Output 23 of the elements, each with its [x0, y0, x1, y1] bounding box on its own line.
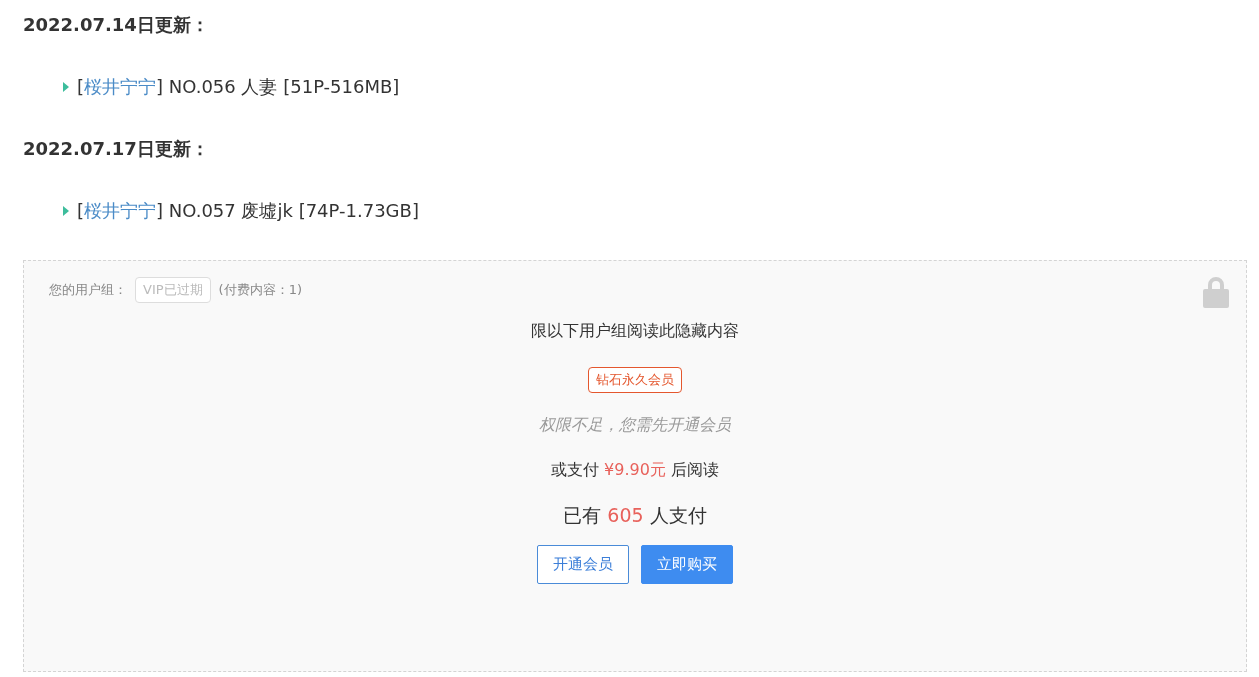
restriction-text: 限以下用户组阅读此隐藏内容	[531, 320, 739, 342]
price: ¥9.90元	[604, 460, 666, 479]
update-entry: [桜井宁宁] NO.056 人妻 [51P-516MB]	[77, 75, 400, 99]
user-group-label: 您的用户组：	[49, 281, 127, 299]
model-link[interactable]: 桜井宁宁	[84, 76, 157, 97]
triangle-icon	[63, 206, 69, 216]
buyers-text: 已有	[563, 504, 602, 526]
buyers-text: 人支付	[649, 504, 707, 526]
pay-text: 后阅读	[671, 460, 719, 479]
membership-button[interactable]: 开通会员	[537, 545, 629, 584]
lock-icon	[1203, 276, 1229, 308]
update-entry: [桜井宁宁] NO.057 废墟jk [74P-1.73GB]	[77, 199, 419, 223]
permission-notice: 权限不足，您需先开通会员	[539, 415, 731, 436]
paid-content-count: (付费内容：1)	[218, 281, 302, 299]
pay-text: 或支付	[551, 460, 599, 479]
buy-button[interactable]: 立即购买	[641, 545, 733, 584]
model-link[interactable]: 桜井宁宁	[84, 200, 157, 221]
user-group-badge: VIP已过期	[135, 277, 211, 303]
required-group-badge: 钻石永久会员	[588, 367, 682, 393]
update-date: 2022.07.14日更新：	[23, 13, 210, 37]
buyer-count: 605	[607, 504, 644, 526]
update-date: 2022.07.17日更新：	[23, 137, 210, 161]
triangle-icon	[63, 82, 69, 92]
